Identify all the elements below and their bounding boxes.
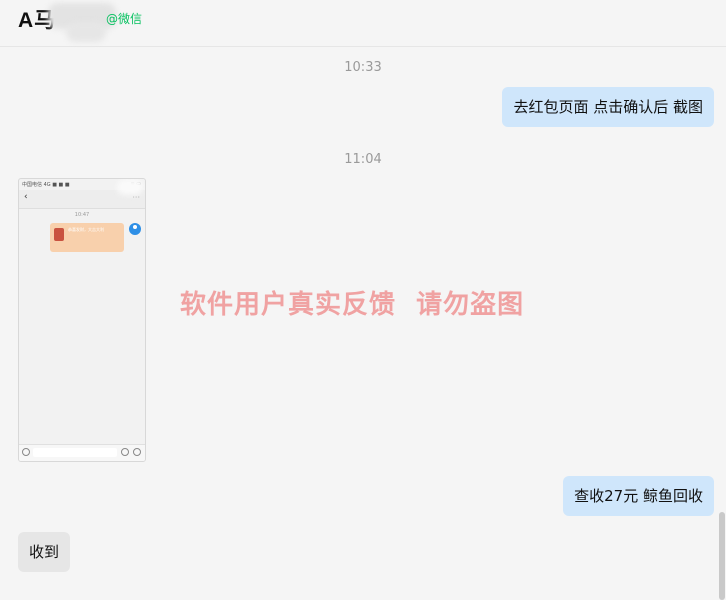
screenshot-timestamp: 10:47 <box>74 212 90 218</box>
message-bubble-incoming[interactable]: 收到 <box>18 532 71 572</box>
chat-header: A马 @微信 <box>0 0 726 47</box>
red-packet-text: 恭喜发财，大吉大利 <box>68 227 104 232</box>
screenshot-red-packet: 恭喜发财，大吉大利 <box>50 223 124 252</box>
name-redaction-2 <box>66 22 106 42</box>
plus-icon <box>133 448 141 456</box>
message-timestamp: 10:33 <box>344 60 382 75</box>
screenshot-input-field <box>33 448 117 457</box>
avatar-icon <box>129 223 141 235</box>
screenshot-input-bar <box>19 444 145 461</box>
red-packet-icon <box>54 228 64 241</box>
emoji-icon <box>121 448 129 456</box>
wechat-source-tag: @微信 <box>106 12 143 26</box>
message-timestamp: 11:04 <box>344 152 382 167</box>
image-message-screenshot[interactable]: 中国电信 4G ■ ■ ■ ≋ ▭ ‹ ··· 10:47 恭喜发财，大吉大利 <box>18 178 146 462</box>
screenshot-status-bar: 中国电信 4G ■ ■ ■ <box>22 182 70 188</box>
screenshot-redaction <box>117 179 143 195</box>
voice-icon <box>22 448 30 456</box>
watermark-text: 软件用户真实反馈 请勿盗图 <box>180 290 525 320</box>
message-bubble-outgoing[interactable]: 查收27元 鲸鱼回收 <box>563 476 714 516</box>
message-bubble-outgoing[interactable]: 去红包页面 点击确认后 截图 <box>502 87 714 127</box>
back-arrow-icon: ‹ <box>24 192 28 202</box>
chat-scrollbar[interactable] <box>719 512 725 600</box>
